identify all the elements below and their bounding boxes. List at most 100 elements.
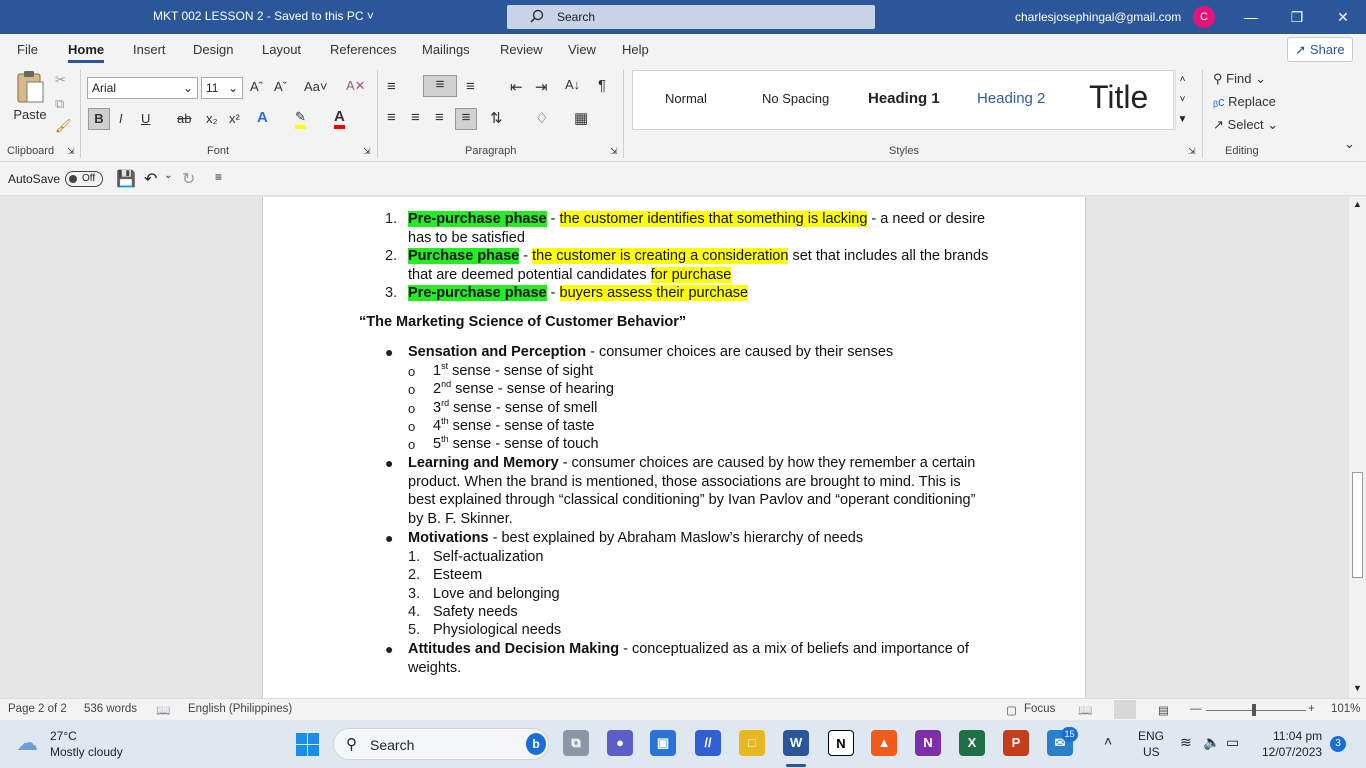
- line-spacing-icon[interactable]: ⇅: [490, 109, 503, 127]
- font-name-select[interactable]: Arial ⌄: [87, 77, 198, 99]
- notion-icon[interactable]: N: [828, 730, 854, 756]
- autosave-toggle[interactable]: Off: [65, 171, 103, 187]
- tab-view[interactable]: View: [568, 42, 596, 57]
- style-no-spacing[interactable]: No Spacing: [762, 91, 829, 106]
- style-heading-2[interactable]: Heading 2: [977, 90, 1045, 107]
- cut-icon[interactable]: ✂: [55, 72, 66, 88]
- brave-icon[interactable]: ▲: [871, 730, 897, 756]
- grow-font-icon[interactable]: Aˆ: [250, 79, 263, 94]
- language[interactable]: English (Philippines): [188, 703, 292, 715]
- multilevel-list-icon[interactable]: ≡: [466, 78, 475, 95]
- web-layout-icon[interactable]: ▤: [1158, 703, 1169, 717]
- highlight-icon[interactable]: ✎: [295, 109, 306, 129]
- font-color-icon[interactable]: A: [334, 109, 345, 129]
- input-language[interactable]: ENG: [1138, 729, 1164, 743]
- collapse-ribbon-icon[interactable]: ⌄: [1344, 136, 1355, 152]
- minimize-button[interactable]: —: [1228, 0, 1274, 34]
- italic-button[interactable]: I: [119, 111, 123, 126]
- taskbar-search[interactable]: ⚲ Search b: [333, 728, 549, 760]
- shrink-font-icon[interactable]: Aˇ: [274, 79, 287, 94]
- word-count[interactable]: 536 words: [84, 703, 137, 715]
- numbering-icon[interactable]: ≡: [423, 75, 457, 97]
- close-button[interactable]: ✕: [1320, 0, 1366, 34]
- change-case-icon[interactable]: Aa˅: [304, 79, 328, 94]
- store-icon[interactable]: ▣: [650, 730, 676, 756]
- scroll-down-icon[interactable]: ▼: [1353, 683, 1362, 693]
- excel-icon[interactable]: X: [959, 730, 985, 756]
- tab-home[interactable]: Home: [68, 42, 105, 63]
- sort-icon[interactable]: A↓: [565, 77, 580, 92]
- focus-button[interactable]: Focus: [1024, 703, 1055, 715]
- file-explorer-icon[interactable]: □: [739, 730, 765, 756]
- weather-icon[interactable]: ☁: [16, 730, 38, 756]
- undo-icon[interactable]: ↶: [144, 169, 157, 189]
- avatar[interactable]: C: [1193, 6, 1215, 28]
- tab-help[interactable]: Help: [622, 42, 649, 57]
- zoom-level[interactable]: 101%: [1331, 703, 1360, 715]
- scroll-up-icon[interactable]: ▲: [1353, 199, 1362, 209]
- clear-formatting-icon[interactable]: A✕: [346, 78, 366, 94]
- clock-date[interactable]: 12/07/2023: [1262, 745, 1322, 759]
- shading-icon[interactable]: ♢: [535, 109, 548, 127]
- format-painter-icon[interactable]: 🖌: [55, 118, 72, 134]
- select-button[interactable]: ↗ Select ⌄: [1213, 117, 1278, 133]
- powerpoint-icon[interactable]: P: [1003, 730, 1029, 756]
- increase-indent-icon[interactable]: ⇥: [535, 78, 548, 96]
- chevron-up-icon[interactable]: ˄: [1104, 733, 1112, 749]
- proofing-icon[interactable]: 📖: [156, 703, 170, 717]
- zoom-out-icon[interactable]: —: [1190, 703, 1202, 715]
- superscript-button[interactable]: x²: [229, 111, 240, 126]
- align-center-icon[interactable]: ≡: [411, 109, 420, 126]
- battery-icon[interactable]: ▭: [1226, 734, 1239, 751]
- align-left-icon[interactable]: ≡: [387, 109, 396, 126]
- document-page[interactable]: 1. Pre-purchase phase - the customer ide…: [262, 197, 1086, 698]
- input-region[interactable]: US: [1143, 745, 1160, 759]
- copy-icon[interactable]: ⧉: [55, 96, 64, 112]
- strikethrough-button[interactable]: ab: [177, 111, 191, 126]
- styles-scroll-icon[interactable]: ˄ ˅ ▼: [1175, 70, 1189, 130]
- onenote-icon[interactable]: N: [915, 730, 941, 756]
- show-formatting-icon[interactable]: ¶: [598, 77, 606, 94]
- volume-icon[interactable]: 🔈: [1203, 734, 1220, 751]
- print-layout-icon[interactable]: [1114, 700, 1136, 719]
- page-count[interactable]: Page 2 of 2: [8, 703, 67, 715]
- tab-references[interactable]: References: [330, 42, 396, 57]
- wifi-icon[interactable]: ≋: [1180, 734, 1192, 751]
- zoom-slider-thumb[interactable]: [1252, 704, 1256, 716]
- account-email[interactable]: charlesjosephingal@gmail.com: [1015, 10, 1181, 24]
- text-effects-icon[interactable]: A: [257, 109, 268, 126]
- customize-qat-icon[interactable]: ≡: [215, 170, 222, 184]
- tab-mailings[interactable]: Mailings: [422, 42, 470, 57]
- bullets-icon[interactable]: ≡: [387, 78, 396, 95]
- style-heading-1[interactable]: Heading 1: [868, 90, 940, 107]
- align-right-icon[interactable]: ≡: [435, 109, 444, 126]
- teams-icon[interactable]: ●: [607, 730, 633, 756]
- scrollbar-thumb[interactable]: [1352, 472, 1363, 578]
- clipboard-launcher-icon[interactable]: ⇲: [67, 146, 75, 157]
- weather-condition[interactable]: Mostly cloudy: [50, 745, 123, 759]
- restore-button[interactable]: ❐: [1274, 0, 1320, 34]
- paragraph-launcher-icon[interactable]: ⇲: [610, 146, 618, 157]
- find-button[interactable]: ⚲ Find ⌄: [1213, 71, 1266, 87]
- redo-icon[interactable]: ↻: [182, 169, 195, 189]
- font-launcher-icon[interactable]: ⇲: [363, 146, 371, 157]
- underline-button[interactable]: U: [141, 111, 150, 126]
- weather-temp[interactable]: 27°C: [50, 729, 77, 743]
- tab-file[interactable]: File: [17, 42, 38, 57]
- font-size-select[interactable]: 11 ⌄: [201, 77, 243, 99]
- vertical-scrollbar[interactable]: ▲ ▼: [1349, 197, 1366, 698]
- zoom-slider[interactable]: [1206, 710, 1306, 711]
- style-title[interactable]: Title: [1089, 79, 1148, 116]
- chevron-down-icon[interactable]: ⌄: [164, 170, 172, 181]
- app-icon[interactable]: //: [695, 730, 721, 756]
- read-mode-icon[interactable]: 📖: [1078, 703, 1092, 717]
- tab-insert[interactable]: Insert: [133, 42, 166, 57]
- styles-launcher-icon[interactable]: ⇲: [1188, 146, 1196, 157]
- justify-icon[interactable]: ≡: [455, 108, 477, 130]
- zoom-in-icon[interactable]: +: [1308, 703, 1315, 715]
- share-button[interactable]: ➚ Share: [1287, 37, 1353, 62]
- word-icon[interactable]: W: [783, 730, 809, 756]
- document-title[interactable]: MKT 002 LESSON 2 - Saved to this PC ˅: [153, 9, 374, 23]
- replace-button[interactable]: ᵦc Replace: [1213, 94, 1276, 109]
- tab-design[interactable]: Design: [193, 42, 233, 57]
